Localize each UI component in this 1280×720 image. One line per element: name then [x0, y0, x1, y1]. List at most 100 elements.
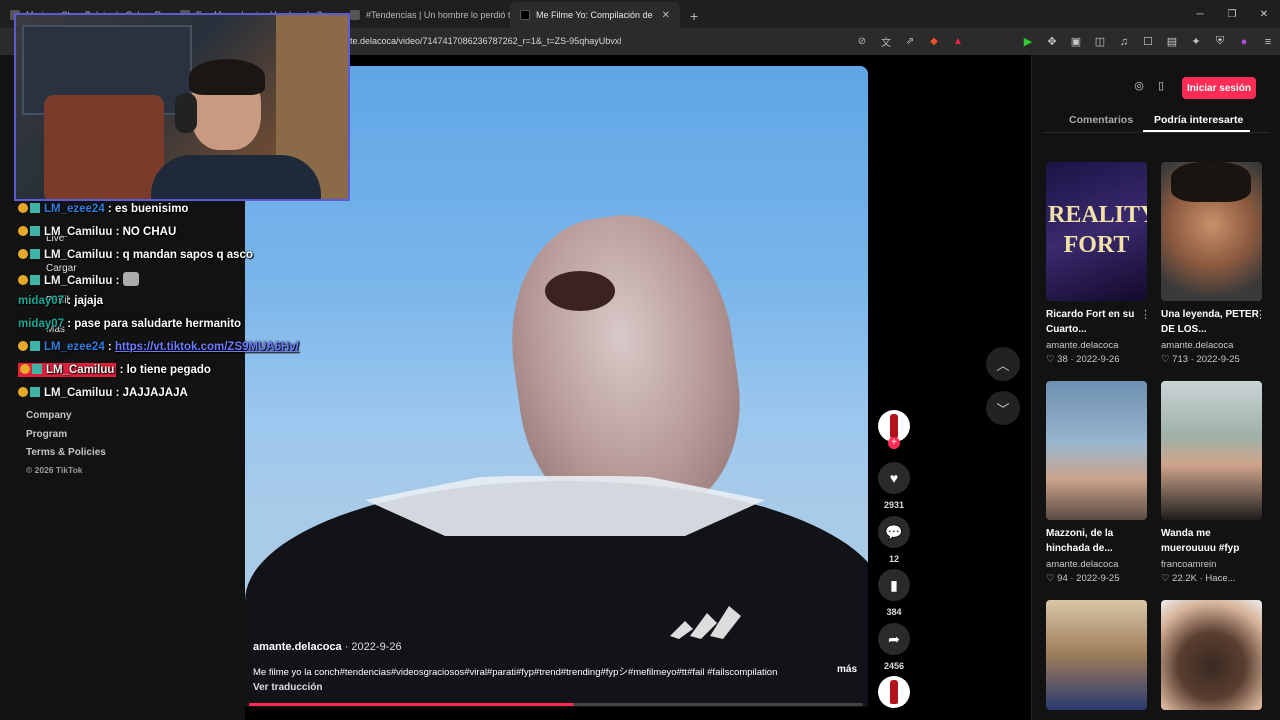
video-progress-bar[interactable]	[249, 703, 863, 706]
bookmark-icon[interactable]: ▮	[878, 569, 910, 601]
device-icon[interactable]: ▯	[1152, 79, 1170, 97]
video-card[interactable]	[1161, 600, 1262, 710]
restore-icon[interactable]: ❐	[1216, 0, 1248, 28]
translate-icon[interactable]: 文	[874, 34, 898, 49]
card-thumbnail[interactable]: REALITY FORT	[1046, 162, 1147, 301]
more-button[interactable]: más	[837, 664, 857, 675]
brave-rewards-icon[interactable]: ▲	[946, 36, 970, 47]
video-date: · 2022-9-26	[341, 641, 402, 653]
login-button[interactable]: Iniciar sesión	[1182, 77, 1256, 99]
screenshot-icon[interactable]: ◫	[1088, 28, 1112, 55]
play-extension-icon[interactable]: ▶	[1016, 28, 1040, 55]
wallet-icon[interactable]: ▤	[1160, 28, 1184, 55]
compass-icon[interactable]: ◎	[1130, 79, 1148, 97]
creator-avatar[interactable]: +	[878, 410, 910, 449]
sound-disc-icon[interactable]	[878, 676, 910, 708]
card-author[interactable]: amante.delacoca	[1046, 340, 1147, 351]
badge-icon	[30, 249, 40, 259]
reader-icon[interactable]: ☐	[1136, 28, 1160, 55]
chat-username: miday07	[18, 295, 65, 307]
chat-message: LM_Camiluu : JAJJAJAJA	[18, 387, 188, 399]
card-title[interactable]: Ricardo Fort en su Cuarto...	[1046, 307, 1147, 337]
close-tab-icon[interactable]: ✕	[662, 10, 670, 21]
card-author[interactable]: francoamrein	[1161, 559, 1262, 570]
card-title[interactable]: Wanda me muerouuuu #fyp	[1161, 526, 1262, 556]
author-name[interactable]: amante.delacoca	[253, 641, 342, 653]
badge-icon	[30, 275, 40, 285]
chat-text: lo tiene pegado	[126, 364, 211, 376]
video-card[interactable]: Una leyenda, PETER DE LOS... amante.dela…	[1161, 162, 1266, 365]
card-meta: ♡ 713 · 2022-9-25	[1161, 354, 1240, 365]
save-action[interactable]: ▮ 384	[878, 569, 910, 617]
chat-text: es buenisimo	[114, 203, 189, 215]
more-options-icon[interactable]: ⋮	[1140, 308, 1151, 321]
card-thumbnail[interactable]	[1161, 162, 1262, 301]
brave-shield-icon[interactable]: ◆	[922, 36, 946, 47]
chat-message: miday07 : pase para saludarte hermanito	[18, 318, 241, 330]
comment-action[interactable]: 💬 12	[878, 516, 910, 564]
footer-company-link[interactable]: Company	[26, 410, 72, 421]
browser-tab-active[interactable]: Me Filme Yo: Compilación de ✕	[510, 2, 680, 28]
vpn-icon[interactable]: ⛨	[1208, 28, 1232, 55]
card-thumbnail[interactable]	[1161, 600, 1262, 710]
translate-button[interactable]: Ver traducción	[253, 682, 322, 693]
next-video-button[interactable]: ﹀	[986, 391, 1020, 425]
video-card[interactable]: Mazzoni, de la hinchada de... amante.del…	[1046, 381, 1147, 584]
follow-plus-icon[interactable]: +	[888, 437, 900, 449]
share-icon[interactable]: ⇗	[898, 36, 922, 47]
more-options-icon[interactable]: ⋮	[1255, 308, 1266, 321]
ai-icon[interactable]: ✦	[1184, 28, 1208, 55]
video-card[interactable]	[1046, 600, 1147, 710]
video-card[interactable]: REALITY FORT Ricardo Fort en su Cuarto..…	[1046, 162, 1151, 365]
chat-highlight: LM_Camiluu	[18, 363, 117, 377]
share-arrow-icon[interactable]: ➦	[878, 623, 910, 655]
chat-username: LM_ezee24	[44, 341, 105, 353]
tab-suggestions[interactable]: Podría interesarte	[1154, 114, 1243, 126]
chat-separator: :	[112, 275, 123, 287]
chat-link[interactable]: https://vt.tiktok.com/ZS9MUA6Hv/	[115, 341, 299, 353]
previous-video-button[interactable]: ︿	[986, 347, 1020, 381]
tab-label: #Tendencias | Un hombre lo perdió t	[366, 10, 510, 20]
profile-icon[interactable]: ●	[1232, 28, 1256, 55]
video-author[interactable]: amante.delacoca · 2022-9-26	[253, 641, 402, 653]
share-action[interactable]: ➦ 2456	[878, 623, 910, 671]
card-meta: ♡ 94 · 2022-9-25	[1046, 573, 1120, 584]
chat-separator: :	[64, 295, 75, 307]
browser-tab-3[interactable]: #Tendencias | Un hombre lo perdió t	[340, 2, 510, 28]
footer-program-link[interactable]: Program	[26, 429, 67, 440]
chat-separator: :	[64, 318, 75, 330]
card-thumbnail[interactable]	[1046, 600, 1147, 710]
badge-icon	[18, 341, 28, 351]
card-title[interactable]: Mazzoni, de la hinchada de...	[1046, 526, 1147, 556]
heart-icon[interactable]: ♥	[878, 462, 910, 494]
close-window-icon[interactable]: ✕	[1248, 0, 1280, 28]
chat-username: LM_Camiluu	[44, 226, 113, 238]
chat-text: JAJJAJAJA	[122, 387, 188, 399]
tab-comments[interactable]: Comentarios	[1069, 114, 1133, 126]
tiktok-favicon-icon	[520, 10, 530, 20]
card-thumbnail[interactable]	[1046, 381, 1147, 520]
card-title[interactable]: Una leyenda, PETER DE LOS...	[1161, 307, 1262, 337]
badge-icon	[18, 226, 28, 236]
badge-icon	[32, 364, 42, 374]
card-thumbnail[interactable]	[1161, 381, 1262, 520]
badge-icon	[18, 387, 28, 397]
sound-avatar[interactable]	[878, 676, 910, 708]
no-video-icon[interactable]: ⊘	[850, 36, 874, 47]
card-author[interactable]: amante.delacoca	[1046, 559, 1147, 570]
music-icon[interactable]: ♫	[1112, 28, 1136, 55]
badge-icon	[20, 364, 30, 374]
comment-icon[interactable]: 💬	[878, 516, 910, 548]
minimize-icon[interactable]: ─	[1184, 0, 1216, 28]
video-card[interactable]: Wanda me muerouuuu #fyp francoamrein ♡ 2…	[1161, 381, 1262, 584]
like-action[interactable]: ♥ 2931	[878, 462, 910, 510]
url-text[interactable]: te.delacoca/video/7147417086236787262_r=…	[350, 36, 621, 46]
card-author[interactable]: amante.delacoca	[1161, 340, 1262, 351]
new-tab-button[interactable]: +	[680, 8, 708, 28]
chat-username: miday07	[18, 318, 65, 330]
puzzle-icon[interactable]: ✥	[1040, 28, 1064, 55]
sidebar-toggle-icon[interactable]: ▣	[1064, 28, 1088, 55]
menu-icon[interactable]: ≡	[1256, 28, 1280, 55]
footer-terms-link[interactable]: Terms & Policies	[26, 447, 106, 458]
chevron-down-icon: ﹀	[996, 401, 1010, 417]
